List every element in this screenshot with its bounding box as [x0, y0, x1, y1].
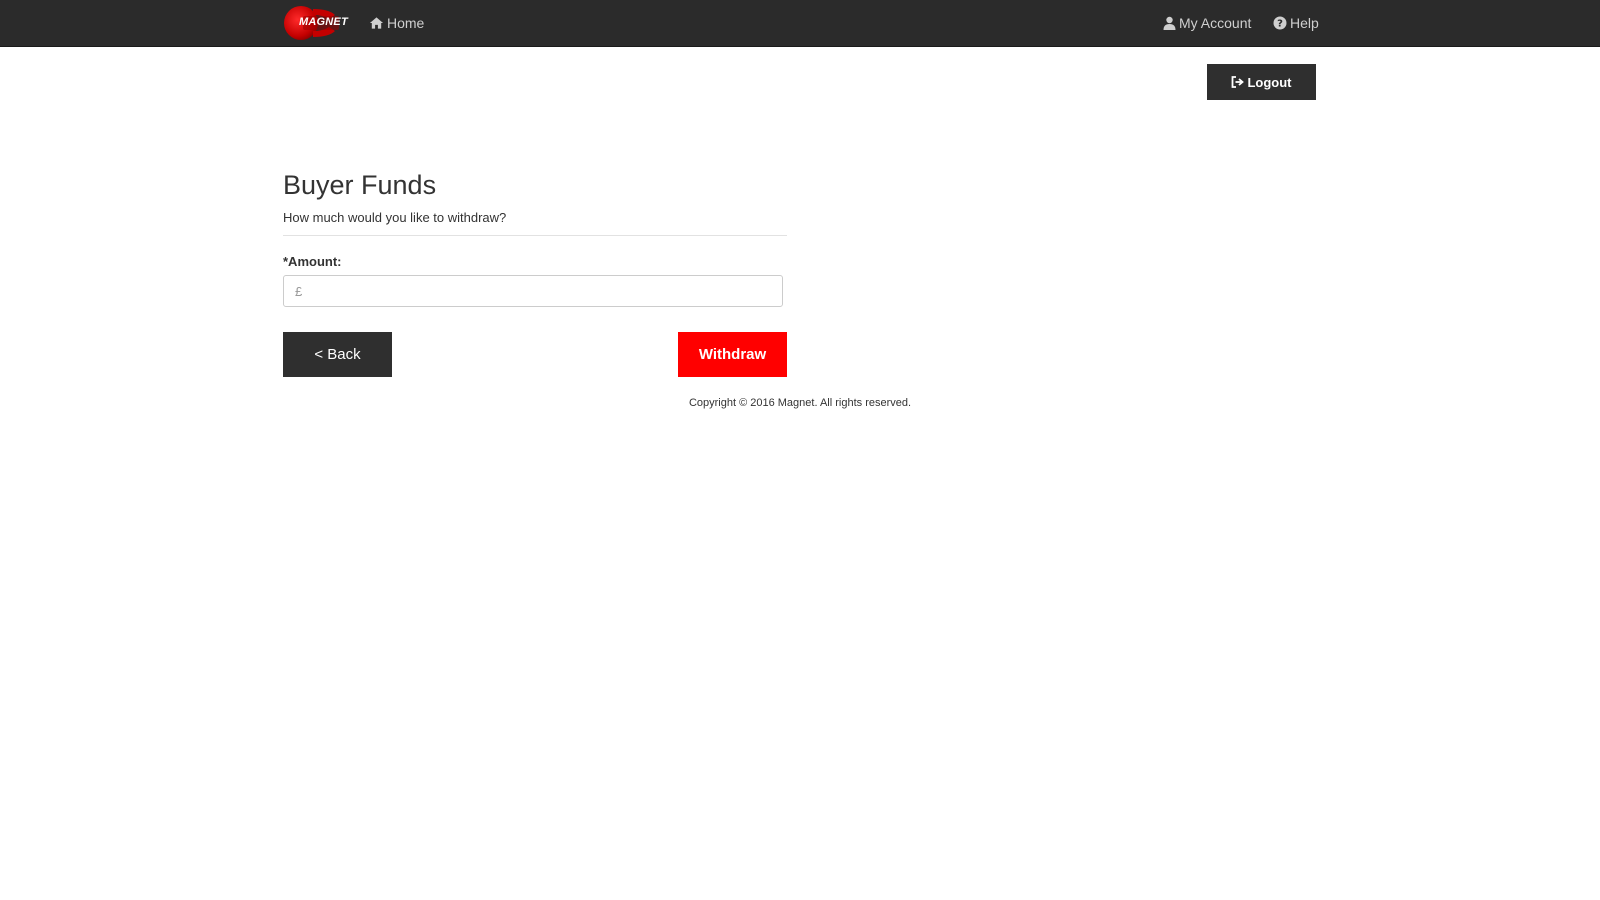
question-circle-icon: ? [1273, 16, 1287, 30]
logout-label: Logout [1247, 74, 1292, 90]
amount-input[interactable] [283, 275, 783, 307]
magnet-logo[interactable]: MAGNET [283, 5, 348, 41]
nav-my-account-link[interactable]: My Account [1163, 14, 1251, 32]
section-divider [283, 235, 787, 236]
back-button[interactable]: < Back [283, 332, 392, 377]
nav-help-link[interactable]: ? Help [1273, 14, 1319, 32]
page-title: Buyer Funds [283, 170, 437, 200]
logo-text: MAGNET [299, 16, 348, 28]
home-icon [369, 17, 384, 29]
nav-home-link[interactable]: Home [369, 14, 424, 32]
logout-icon [1232, 76, 1245, 88]
page-subtitle: How much would you like to withdraw? [283, 210, 507, 225]
nav-help-label: Help [1290, 15, 1319, 31]
footer-copyright: Copyright © 2016 Magnet. All rights rese… [688, 397, 912, 409]
user-icon [1163, 16, 1176, 30]
nav-home-label: Home [387, 15, 425, 31]
svg-text:?: ? [1277, 19, 1283, 30]
logout-button[interactable]: Logout [1207, 64, 1316, 100]
withdraw-button[interactable]: Withdraw [678, 332, 787, 377]
top-navbar: MAGNET Home My Account ? Help [0, 0, 1600, 47]
amount-label: *Amount: [283, 254, 342, 269]
nav-my-account-label: My Account [1179, 15, 1252, 31]
